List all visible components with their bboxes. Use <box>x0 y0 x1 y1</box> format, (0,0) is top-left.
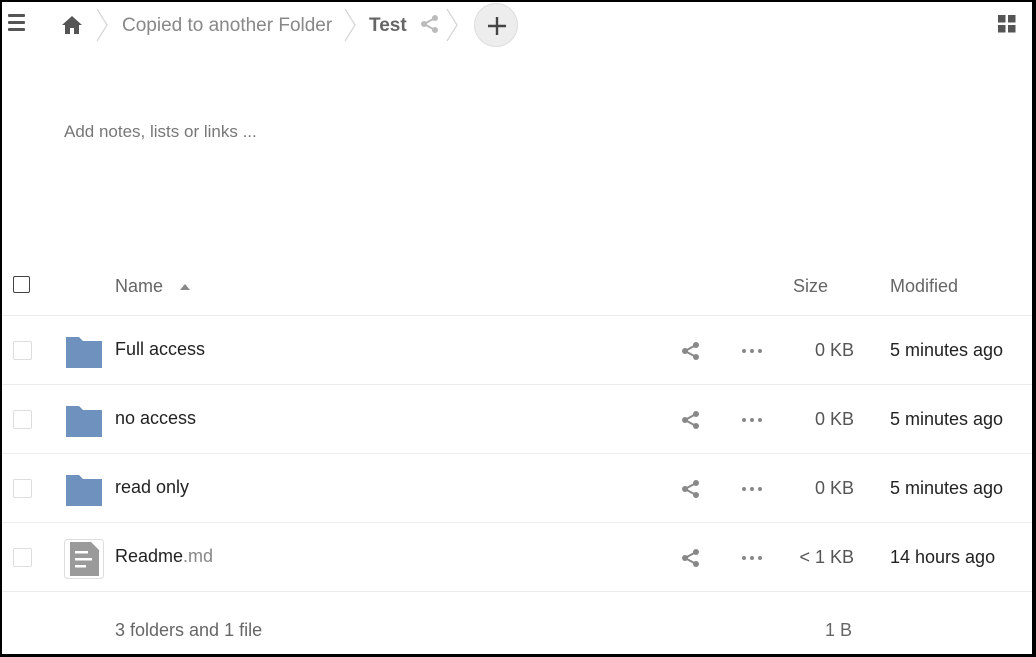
more-dots-icon[interactable] <box>741 548 763 568</box>
grid-view-icon[interactable] <box>998 15 1016 33</box>
file-size: < 1 KB <box>799 547 854 567</box>
file-size: 0 KB <box>814 340 854 360</box>
plus-icon <box>488 17 506 35</box>
row-checkbox[interactable] <box>13 341 32 360</box>
file-name[interactable]: no access <box>115 408 196 429</box>
file-list-summary: 3 folders and 1 file <box>115 620 263 640</box>
more-dots-icon[interactable] <box>741 341 763 361</box>
share-icon[interactable] <box>420 14 440 34</box>
breadcrumb-bar: Copied to another Folder Test <box>2 2 1032 50</box>
breadcrumb-separator-icon <box>344 8 356 42</box>
file-row[interactable]: no access 0 KB 5 minutes ago <box>2 385 1032 454</box>
row-checkbox[interactable] <box>13 479 32 498</box>
row-checkbox[interactable] <box>13 548 32 567</box>
total-size: 1 B <box>824 620 852 640</box>
file-row[interactable]: Full access 0 KB 5 minutes ago <box>2 316 1032 385</box>
file-list-header: Name Size Modified <box>2 260 1032 316</box>
file-modified: 5 minutes ago <box>890 478 1004 498</box>
file-size: 0 KB <box>814 478 854 498</box>
sort-ascending-icon <box>180 284 190 290</box>
breadcrumb-item-current[interactable]: Test <box>369 15 407 37</box>
folder-icon <box>66 475 102 506</box>
share-icon[interactable] <box>681 479 701 499</box>
file-row[interactable]: Readme.md < 1 KB 14 hours ago <box>2 523 1032 592</box>
files-app: Copied to another Folder Test Add notes,… <box>2 2 1032 654</box>
folder-notes-field[interactable]: Add notes, lists or links ... <box>64 122 257 142</box>
file-modified: 14 hours ago <box>890 547 996 567</box>
add-new-button[interactable] <box>474 3 518 47</box>
more-dots-icon[interactable] <box>741 479 763 499</box>
file-size: 0 KB <box>814 409 854 429</box>
column-header-modified[interactable]: Modified <box>890 276 958 297</box>
share-icon[interactable] <box>681 341 701 361</box>
file-modified: 5 minutes ago <box>890 340 1004 360</box>
more-dots-icon[interactable] <box>741 410 763 430</box>
text-file-icon <box>64 539 104 579</box>
file-row[interactable]: read only 0 KB 5 minutes ago <box>2 454 1032 523</box>
file-name[interactable]: Readme.md <box>115 546 213 567</box>
breadcrumb-separator-icon <box>446 8 458 42</box>
hamburger-icon[interactable] <box>8 14 25 31</box>
file-name[interactable]: Full access <box>115 339 205 360</box>
select-all-checkbox[interactable] <box>13 276 30 293</box>
breadcrumb-item-parent[interactable]: Copied to another Folder <box>122 15 332 37</box>
column-header-size[interactable]: Size <box>793 276 828 297</box>
file-modified: 5 minutes ago <box>890 409 1004 429</box>
column-header-name[interactable]: Name <box>115 276 163 297</box>
row-checkbox[interactable] <box>13 410 32 429</box>
share-icon[interactable] <box>681 410 701 430</box>
folder-icon <box>66 406 102 437</box>
breadcrumb-separator-icon <box>96 8 108 42</box>
home-icon[interactable] <box>60 13 84 37</box>
file-name[interactable]: read only <box>115 477 189 498</box>
share-icon[interactable] <box>681 548 701 568</box>
folder-icon <box>66 337 102 368</box>
